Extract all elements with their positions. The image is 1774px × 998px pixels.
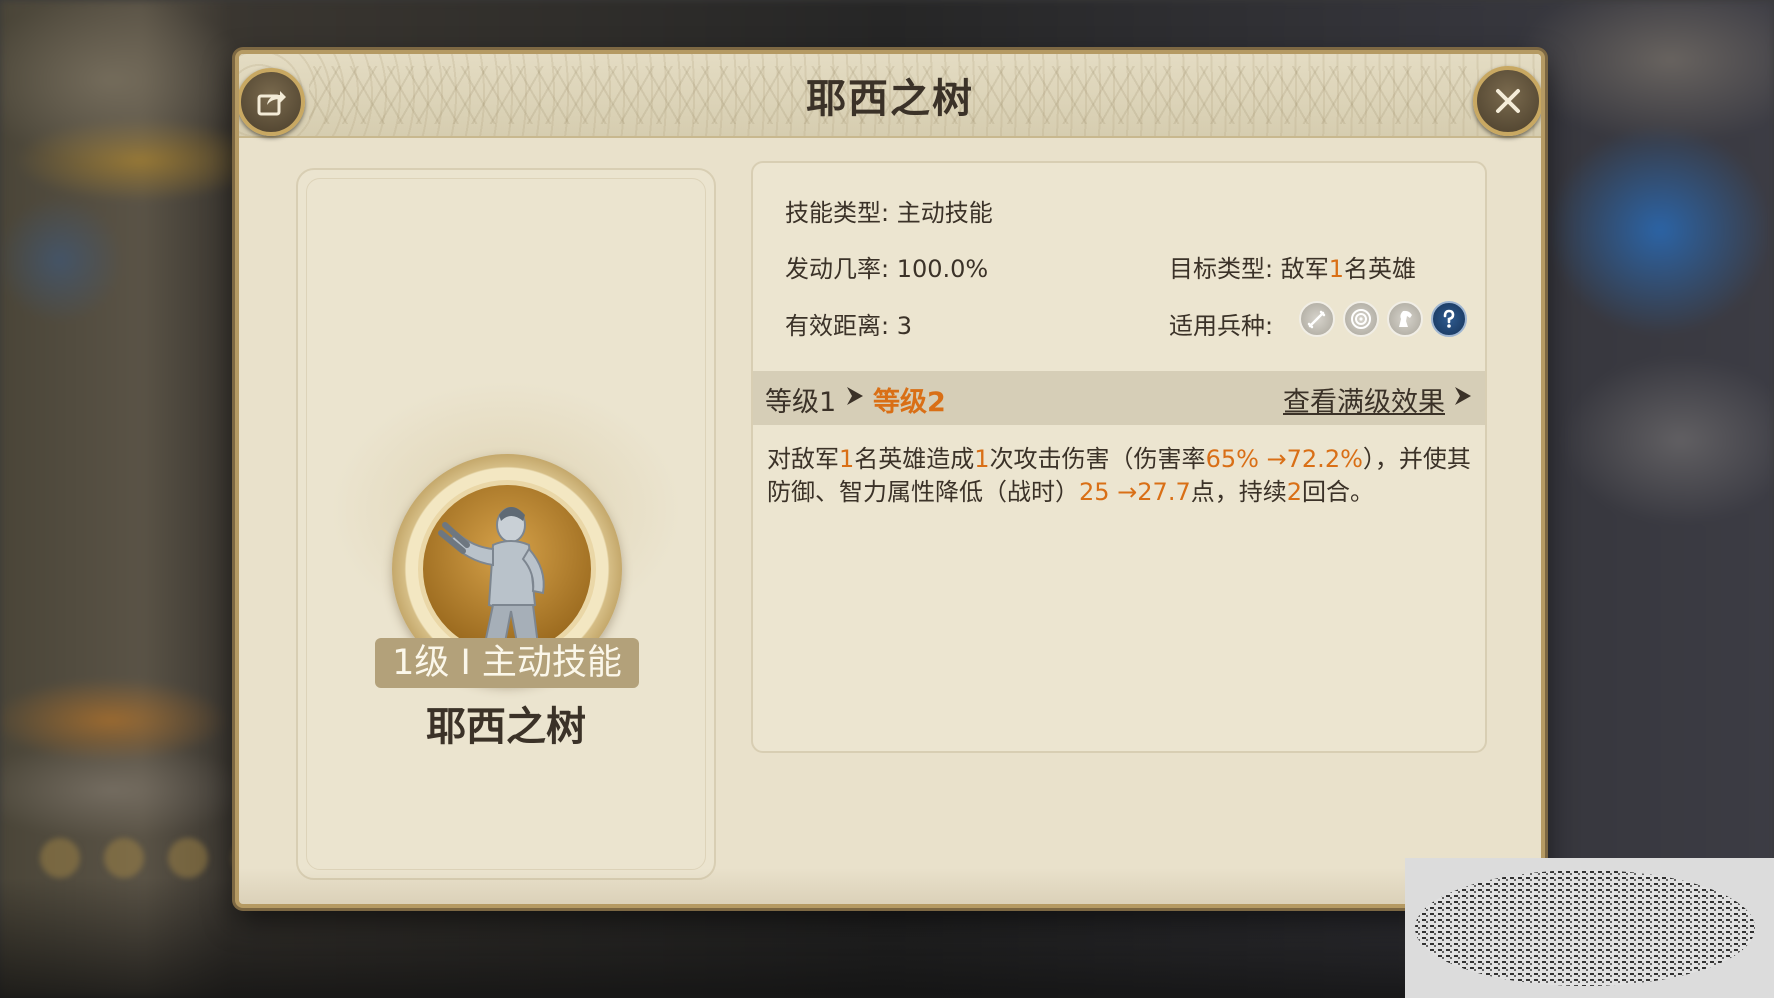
skill-description: 对敌军1名英雄造成1次攻击伤害（伤害率65% →72.2%），并使其防御、智力属… <box>767 443 1473 509</box>
desc-value: 65% →72.2% <box>1205 445 1363 473</box>
skill-info-panel: 技能类型: 主动技能 发动几率: 100.0% 目标类型: 敌军1名英雄 有效距… <box>751 161 1487 753</box>
current-level: 等级1 <box>765 387 837 418</box>
view-full-level-link[interactable]: 查看满级效果 <box>1283 380 1445 419</box>
desc-text: 次攻击伤害（伤害率 <box>989 445 1206 473</box>
dialog-title: 耶西之树 <box>806 76 974 122</box>
desc-text: 点，持续 <box>1190 478 1287 506</box>
bow-target-icon[interactable] <box>1343 301 1379 337</box>
target-type: 目标类型: 敌军1名英雄 <box>1169 249 1416 284</box>
close-icon <box>1496 89 1520 113</box>
target-count: 1 <box>1328 255 1344 283</box>
desc-value: 2 <box>1286 478 1302 506</box>
skill-portrait-panel: 1级 I 主动技能 耶西之树 <box>296 168 716 880</box>
chevron-right-icon[interactable] <box>1453 385 1473 407</box>
level-arrow-icon <box>847 387 863 405</box>
next-level: 等级2 <box>873 387 946 418</box>
effective-range: 有效距离: 3 <box>785 312 912 340</box>
skill-detail-dialog: 耶西之树 1级 I 主动技能 耶西之树 技能类型: 主动技能 发动几率: 100… <box>235 50 1545 908</box>
question-icon[interactable] <box>1431 301 1467 337</box>
horse-icon[interactable] <box>1387 301 1423 337</box>
share-button[interactable] <box>239 68 305 136</box>
desc-value: 1 <box>974 445 990 473</box>
skill-icon <box>418 480 596 658</box>
share-icon <box>257 91 286 116</box>
skill-level-badge: 1级 I 主动技能 <box>375 638 639 688</box>
close-button[interactable] <box>1473 66 1541 136</box>
obscured-watermark <box>1405 858 1774 998</box>
hero-figure-icon <box>438 507 545 653</box>
skill-type: 技能类型: 主动技能 <box>785 199 993 227</box>
desc-text: 回合。 <box>1302 478 1374 506</box>
title-bar: 耶西之树 <box>239 54 1541 138</box>
trigger-rate: 发动几率: 100.0% <box>785 255 989 283</box>
desc-text: 名英雄造成 <box>854 445 975 473</box>
target-type-label: 目标类型: 敌军 <box>1169 255 1329 283</box>
unit-type-icons <box>1299 301 1467 337</box>
unit-type-label: 适用兵种: <box>1169 312 1274 340</box>
desc-text: 对敌军 <box>767 445 839 473</box>
desc-value: 1 <box>839 445 855 473</box>
skill-name: 耶西之树 <box>426 704 586 750</box>
target-type-suffix: 名英雄 <box>1344 255 1416 283</box>
sword-icon[interactable] <box>1299 301 1335 337</box>
desc-value: 25 →27.7 <box>1079 478 1191 506</box>
level-compare-bar: 等级1 等级2 查看满级效果 <box>753 371 1485 425</box>
